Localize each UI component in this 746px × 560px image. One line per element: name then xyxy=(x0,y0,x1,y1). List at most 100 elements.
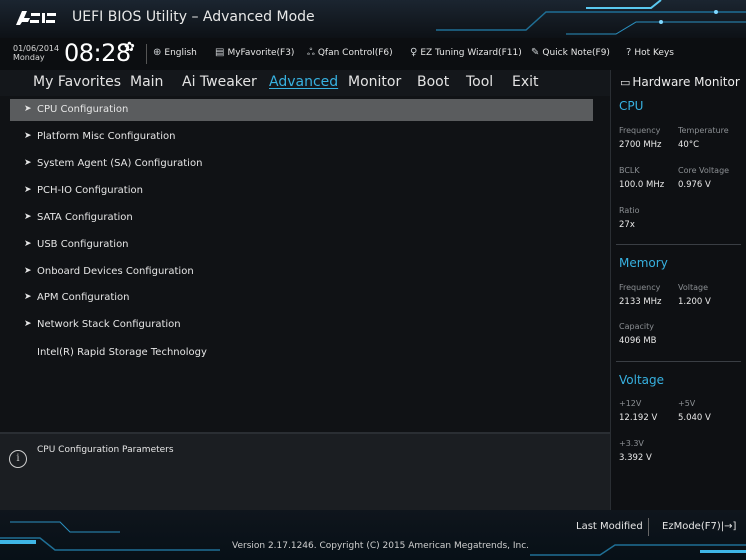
window-title: UEFI BIOS Utility – Advanced Mode xyxy=(72,9,315,25)
globe-icon: ⊕ xyxy=(153,47,162,58)
menu-item-platform-misc[interactable]: ➤ Platform Misc Configuration xyxy=(10,126,593,148)
v5-label: +5V xyxy=(678,399,696,408)
bclk-label: BCLK xyxy=(619,166,640,175)
monitor-icon: ▭ xyxy=(620,76,631,89)
day-text: Monday xyxy=(13,53,45,62)
menu-item-label: Onboard Devices Configuration xyxy=(37,266,194,277)
tab-monitor[interactable]: Monitor xyxy=(348,74,401,90)
version-text: Version 2.17.1246. Copyright (C) 2015 Am… xyxy=(232,541,530,551)
qfan-control-button[interactable]: ஃ Qfan Control(F6) xyxy=(307,47,393,59)
bulb-icon: ♀ xyxy=(410,47,418,58)
divider xyxy=(146,44,147,64)
menu-item-cpu-configuration[interactable]: ➤ CPU Configuration xyxy=(10,99,593,121)
menu-item-label: System Agent (SA) Configuration xyxy=(37,158,203,169)
info-icon: i xyxy=(9,450,27,468)
ez-tuning-wizard-button[interactable]: ♀ EZ Tuning Wizard(F11) xyxy=(410,47,522,58)
menu-item-label: PCH-IO Configuration xyxy=(37,185,143,196)
footer-decoration xyxy=(0,521,746,556)
hot-keys-button[interactable]: ? Hot Keys xyxy=(626,47,674,58)
menu-item-label: USB Configuration xyxy=(37,239,129,250)
tab-my-favorites[interactable]: My Favorites xyxy=(33,74,121,90)
myfavorite-button[interactable]: ▤ MyFavorite(F3) xyxy=(215,47,294,58)
arrow-right-icon: ➤ xyxy=(24,158,32,168)
menu-item-network-stack[interactable]: ➤ Network Stack Configuration xyxy=(10,314,593,336)
last-modified-button[interactable]: Last Modified xyxy=(576,521,643,532)
menu-item-label: Network Stack Configuration xyxy=(37,319,181,330)
cpu-heading: CPU xyxy=(619,99,644,113)
capacity-label: Capacity xyxy=(619,322,654,331)
ezmode-button[interactable]: EzMode(F7)|→] xyxy=(662,521,736,532)
tab-ai-tweaker[interactable]: Ai Tweaker xyxy=(182,74,257,90)
clock-time[interactable]: 08:28 xyxy=(64,39,131,67)
language-label: English xyxy=(164,48,197,58)
divider xyxy=(616,244,741,245)
v12-value: 12.192 V xyxy=(619,413,658,423)
tab-tool[interactable]: Tool xyxy=(466,74,493,90)
quick-note-button[interactable]: ✎ Quick Note(F9) xyxy=(531,47,610,58)
memory-heading: Memory xyxy=(619,256,668,270)
cpu-frequency-value: 2700 MHz xyxy=(619,140,662,150)
header-decoration xyxy=(436,0,746,35)
v5-value: 5.040 V xyxy=(678,413,711,423)
arrow-right-icon: ➤ xyxy=(24,212,32,222)
menu-item-system-agent[interactable]: ➤ System Agent (SA) Configuration xyxy=(10,153,593,175)
memory-voltage-label: Voltage xyxy=(678,283,709,292)
myfavorite-label: MyFavorite(F3) xyxy=(227,48,295,58)
capacity-value: 4096 MB xyxy=(619,336,657,346)
language-button[interactable]: ⊕ English xyxy=(153,47,197,58)
hot-keys-label: Hot Keys xyxy=(634,48,674,58)
ez-tuning-label: EZ Tuning Wizard(F11) xyxy=(420,48,522,58)
date-display: 01/06/2014 Monday xyxy=(13,44,59,62)
v33-value: 3.392 V xyxy=(619,453,652,463)
date-text: 01/06/2014 xyxy=(13,44,60,53)
menu-item-sata[interactable]: ➤ SATA Configuration xyxy=(10,207,593,229)
memory-frequency-label: Frequency xyxy=(619,283,661,292)
help-icon: ? xyxy=(626,47,632,58)
description-panel xyxy=(0,432,610,512)
description-text: CPU Configuration Parameters xyxy=(37,445,174,455)
gear-icon[interactable]: ✿ xyxy=(124,40,135,55)
memory-voltage-value: 1.200 V xyxy=(678,297,711,307)
menu-item-rapid-storage[interactable]: Intel(R) Rapid Storage Technology xyxy=(10,342,593,364)
menu-item-pch-io[interactable]: ➤ PCH-IO Configuration xyxy=(10,180,593,202)
voltage-heading: Voltage xyxy=(619,373,665,387)
menu-item-apm[interactable]: ➤ APM Configuration xyxy=(10,287,593,309)
divider xyxy=(616,361,741,362)
hardware-monitor-label: Hardware Monitor xyxy=(632,75,740,89)
cpu-frequency-label: Frequency xyxy=(619,126,661,135)
favorite-icon: ▤ xyxy=(215,47,225,58)
arrow-right-icon: ➤ xyxy=(24,239,32,249)
arrow-right-icon: ➤ xyxy=(24,185,32,195)
v33-label: +3.3V xyxy=(619,439,644,448)
arrow-right-icon: ➤ xyxy=(24,131,32,141)
menu-item-usb[interactable]: ➤ USB Configuration xyxy=(10,234,593,256)
arrow-right-icon: ➤ xyxy=(24,104,32,114)
arrow-right-icon: ➤ xyxy=(24,319,32,329)
memory-frequency-value: 2133 MHz xyxy=(619,297,662,307)
tab-advanced[interactable]: Advanced xyxy=(269,74,338,90)
tab-exit[interactable]: Exit xyxy=(512,74,539,90)
cpu-temperature-label: Temperature xyxy=(678,126,729,135)
fan-icon: ஃ xyxy=(307,47,315,58)
ratio-label: Ratio xyxy=(619,206,640,215)
menu-item-label: Intel(R) Rapid Storage Technology xyxy=(37,347,207,358)
tab-main[interactable]: Main xyxy=(130,74,163,90)
arrow-right-icon: ➤ xyxy=(24,266,32,276)
ratio-value: 27x xyxy=(619,220,635,230)
arrow-right-icon: ➤ xyxy=(24,292,32,302)
v12-label: +12V xyxy=(619,399,642,408)
core-voltage-value: 0.976 V xyxy=(678,180,711,190)
menu-item-onboard-devices[interactable]: ➤ Onboard Devices Configuration xyxy=(10,261,593,283)
core-voltage-label: Core Voltage xyxy=(678,166,730,175)
menu-item-label: CPU Configuration xyxy=(37,104,129,115)
bios-screen: UEFI BIOS Utility – Advanced Mode 01/06/… xyxy=(0,0,746,560)
divider xyxy=(648,518,649,536)
qfan-label: Qfan Control(F6) xyxy=(317,48,393,58)
quick-note-label: Quick Note(F9) xyxy=(542,48,610,58)
menu-item-label: Platform Misc Configuration xyxy=(37,131,176,142)
tab-boot[interactable]: Boot xyxy=(417,74,449,90)
asus-logo xyxy=(16,11,56,25)
bclk-value: 100.0 MHz xyxy=(619,180,665,190)
hardware-monitor-title: ▭ Hardware Monitor xyxy=(620,75,740,89)
menu-item-label: APM Configuration xyxy=(37,292,130,303)
